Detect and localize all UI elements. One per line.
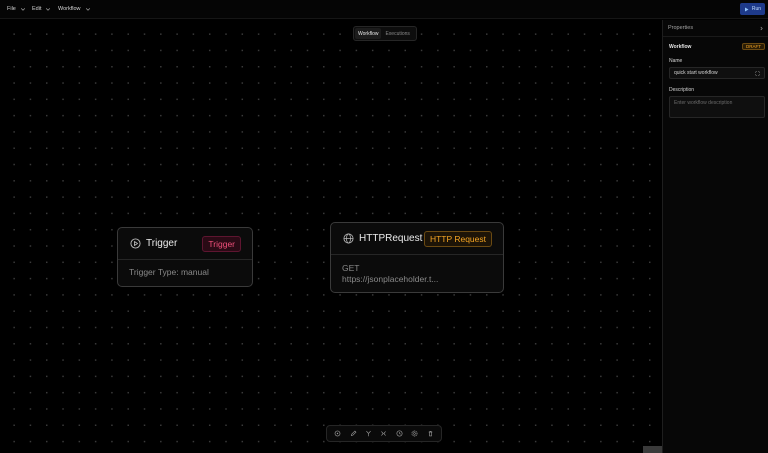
globe-icon [343, 233, 354, 244]
properties-title: Properties [668, 25, 694, 31]
properties-panel: Properties Workflow DRAFT Name quick sta… [662, 20, 768, 453]
edit-menu-label: Edit [32, 6, 42, 12]
description-field[interactable]: Enter workflow description [669, 96, 765, 118]
tab-workflow[interactable]: Workflow [355, 28, 382, 39]
http-request-node[interactable]: HTTPRequest HTTP Request GET https://jso… [330, 222, 504, 293]
trigger-node-title: Trigger [146, 238, 178, 249]
tab-executions[interactable]: Executions [382, 28, 412, 39]
workflow-menu-label: Workflow [58, 6, 81, 12]
trigger-node-detail: Trigger Type: manual [129, 267, 209, 277]
run-button[interactable]: Run [740, 3, 765, 15]
http-node-badge: HTTP Request [423, 230, 492, 247]
section-title: Workflow [669, 43, 692, 50]
status-badge: DRAFT [742, 43, 765, 50]
name-field[interactable]: quick start workflow [669, 67, 765, 79]
http-node-title: HTTPRequest [359, 233, 423, 244]
trigger-node-header: Trigger Trigger [118, 228, 252, 260]
fit-view-icon[interactable] [379, 429, 389, 439]
http-method: GET [342, 263, 360, 273]
expand-icon[interactable] [755, 71, 760, 76]
select-icon[interactable] [333, 429, 343, 439]
history-icon[interactable] [394, 429, 404, 439]
trigger-node-badge: Trigger [202, 235, 241, 252]
settings-icon[interactable] [410, 429, 420, 439]
properties-header: Properties [663, 20, 768, 37]
edit-menu[interactable]: Edit [25, 0, 51, 19]
http-url: https://jsonplaceholder.t... [342, 274, 439, 284]
canvas-toolbar [326, 425, 442, 442]
http-node-header: HTTPRequest HTTP Request [331, 223, 503, 255]
description-label: Description [669, 87, 695, 93]
workflow-menu[interactable]: Workflow [51, 0, 91, 19]
run-button-label: Run [751, 6, 762, 12]
file-menu-label: File [7, 6, 16, 12]
trash-icon[interactable] [425, 429, 435, 439]
file-menu[interactable]: File [0, 0, 25, 19]
play-icon [744, 7, 749, 11]
http-node-detail: GET https://jsonplaceholder.t... [331, 255, 503, 293]
canvas-scrollbar[interactable] [643, 446, 662, 453]
trigger-node[interactable]: Trigger Trigger Trigger Type: manual [117, 227, 253, 287]
chevron-down-icon [85, 6, 91, 12]
pen-icon[interactable] [348, 429, 358, 439]
workflow-section-header: Workflow DRAFT [669, 43, 765, 50]
play-circle-icon [130, 238, 141, 249]
name-field-value: quick start workflow [674, 70, 718, 76]
chevron-right-icon[interactable] [759, 26, 764, 31]
branch-icon[interactable] [364, 429, 374, 439]
menu-bar: File Edit Workflow Run [0, 0, 768, 19]
name-label: Name [669, 58, 683, 64]
view-tabs: Workflow Executions [353, 26, 417, 41]
